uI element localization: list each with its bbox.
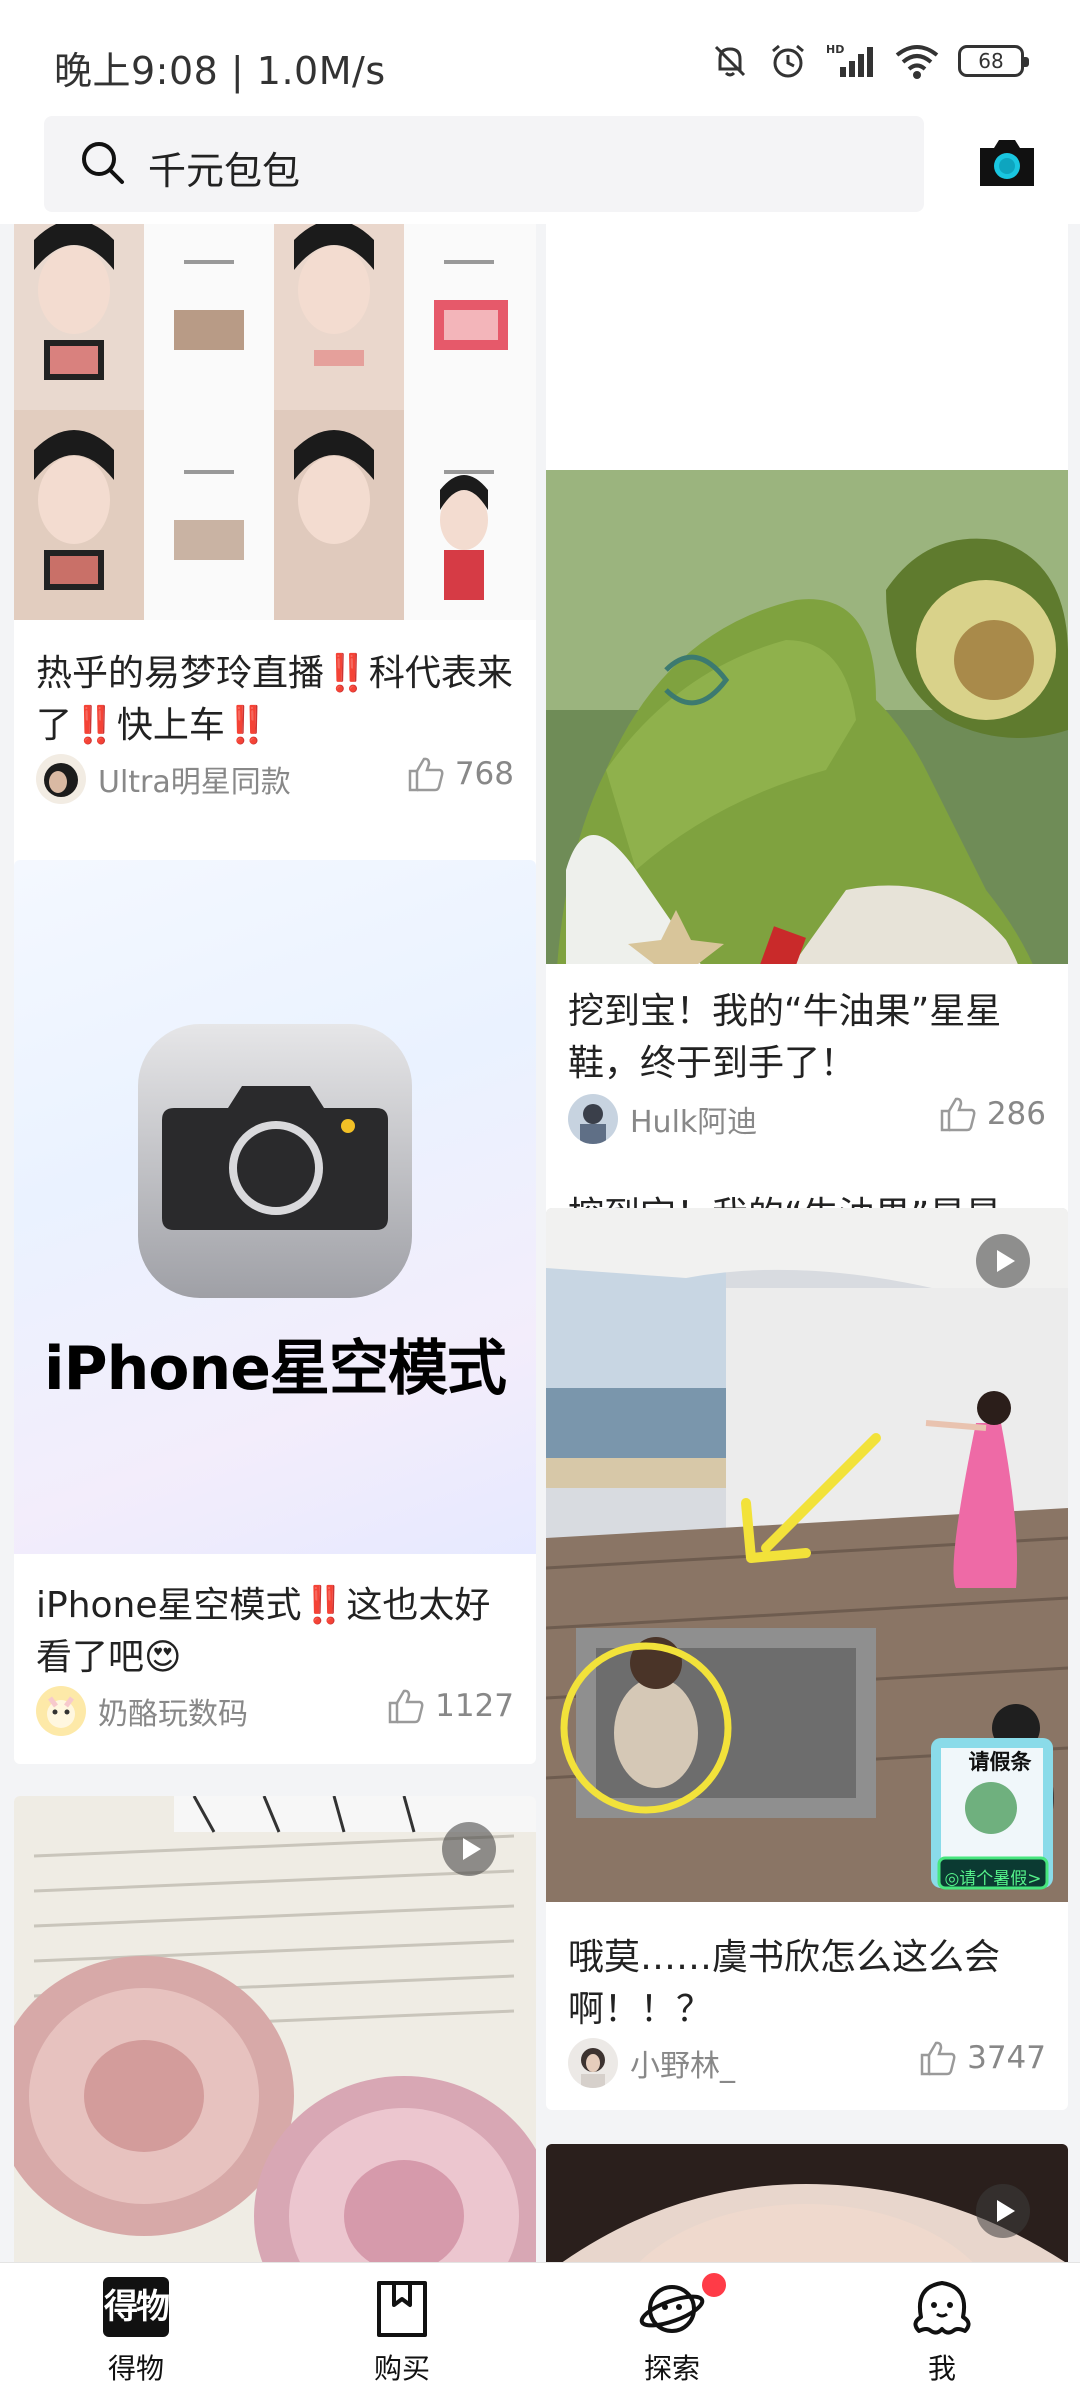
card-4-image <box>14 1796 536 2262</box>
wifi-icon <box>895 45 939 79</box>
like-count: 1127 <box>435 1688 514 1724</box>
author-name: Ultra明星同款 <box>98 765 291 800</box>
feed-card-4[interactable] <box>14 1796 536 2262</box>
feed-card-2[interactable]: iPhone星空模式 iPhone星空模式‼️这也太好看了吧😍 奶酪玩数码 11… <box>14 860 536 1764</box>
card-2-likes[interactable]: 1127 <box>387 1688 514 1724</box>
card-3-image: 请假条 ◎请个暑假> <box>546 1208 1068 1902</box>
nav-label: 探索 <box>643 2352 700 2385</box>
like-count: 3747 <box>967 2040 1046 2076</box>
card-3-title: 哦莫……虞书欣怎么这么会啊！！？ <box>568 1937 1001 2030</box>
author-name: Hulk阿迪 <box>630 1105 758 1140</box>
author-name: 奶酪玩数码 <box>98 1697 248 1732</box>
bottom-nav: 得物 得物 购买 探索 我 <box>0 2262 1080 2400</box>
avatar <box>568 1094 618 1144</box>
play-icon[interactable] <box>976 1234 1030 1288</box>
status-time: 晚上9:08 | 1.0M/s <box>54 49 386 93</box>
thumbs-up-icon <box>940 1097 976 1132</box>
notification-badge <box>700 2271 728 2299</box>
search-query: 千元包包 <box>148 149 301 193</box>
nav-label: 得物 <box>107 2352 164 2385</box>
thumbs-up-icon <box>388 1689 424 1724</box>
shopping-bag-icon <box>377 2281 427 2337</box>
card-0-image <box>14 224 536 620</box>
feed-card-5[interactable] <box>546 2144 1068 2262</box>
camera-icon[interactable] <box>976 136 1038 190</box>
avatar <box>36 754 86 804</box>
feed-card-3[interactable]: 请假条 ◎请个暑假> 哦莫……虞书欣怎么这么会啊！！？ 小野林_ 3747 <box>546 1208 1068 2110</box>
mute-icon <box>714 45 746 77</box>
card-0-likes[interactable]: 768 <box>407 756 514 792</box>
svg-text:HD: HD <box>826 43 844 56</box>
alarm-icon <box>772 44 804 78</box>
search-icon <box>82 142 124 184</box>
card-1-title-text: 挖到宝！我的“牛油果”星星鞋，终于到手了！ <box>568 991 1002 1084</box>
card-3-author[interactable]: 小野林_ <box>568 2038 735 2088</box>
like-count: 286 <box>986 1096 1046 1132</box>
makeup-collage-image <box>14 224 536 620</box>
feed-card-1-footer[interactable]: 挖到宝！我的“牛油果”星星鞋，终于到手了！ Hulk阿迪 286 <box>546 964 1068 1178</box>
status-icons: HD 68 <box>710 36 1029 86</box>
camera-app-image <box>138 1024 412 1298</box>
status-bar: 晚上9:08 | 1.0M/s HD 68 <box>0 0 1080 112</box>
avatar <box>568 2038 618 2088</box>
like-count: 768 <box>454 756 514 792</box>
feed[interactable]: 热乎的易梦玲直播‼️科代表来了‼️快上车‼️ Ultra明星同款 768 挖到宝… <box>0 224 1080 2262</box>
nav-label: 我 <box>927 2352 956 2385</box>
play-icon[interactable] <box>976 2184 1030 2238</box>
nav-item-me[interactable]: 我 <box>842 2277 1042 2397</box>
avatar <box>36 1686 86 1736</box>
signal-icon: HD <box>826 43 873 77</box>
card-3-likes[interactable]: 3747 <box>919 2040 1046 2076</box>
thumbs-up-icon <box>920 2041 956 2076</box>
nav-item-buy[interactable]: 购买 <box>302 2277 502 2397</box>
app-root: 晚上9:08 | 1.0M/s HD 68 千元包包 热乎的易梦玲直播‼️科代表… <box>0 0 1080 2400</box>
search-input[interactable]: 千元包包 <box>44 116 924 212</box>
rooftop-photo-image <box>546 1208 1068 1902</box>
ghost-profile-icon <box>913 2281 971 2335</box>
card-2-image-caption: iPhone星空模式 <box>44 1334 507 1404</box>
leave-note-badge-bottom[interactable]: ◎请个暑假> <box>934 1864 1052 1889</box>
card-1-likes[interactable]: 286 <box>939 1096 1046 1132</box>
card-0-author[interactable]: Ultra明星同款 <box>36 754 291 804</box>
planet-icon <box>639 2285 705 2333</box>
nav-label: 购买 <box>373 2352 430 2385</box>
play-icon[interactable] <box>442 1822 496 1876</box>
dewu-logo-icon: 得物 <box>103 2277 170 2337</box>
card-1-author[interactable]: Hulk阿迪 <box>568 1094 757 1144</box>
battery-level: 68 <box>978 49 1004 73</box>
search-header: 千元包包 <box>0 112 1080 224</box>
card-2-author[interactable]: 奶酪玩数码 <box>36 1686 248 1736</box>
card-2-title: iPhone星空模式‼️这也太好看了吧😍 <box>36 1585 491 1678</box>
nav-item-dewu[interactable]: 得物 得物 <box>36 2277 236 2397</box>
nav-item-explore[interactable]: 探索 <box>572 2271 772 2397</box>
battery-icon: 68 <box>958 45 1029 77</box>
author-name: 小野林_ <box>630 2049 735 2084</box>
card-0-title: 热乎的易梦玲直播‼️科代表来了‼️快上车‼️ <box>36 653 513 746</box>
card-5-image <box>546 2144 1068 2262</box>
thumbs-up-icon <box>408 757 444 792</box>
leave-note-badge-top[interactable]: 请假条 <box>940 1746 1060 1776</box>
card-2-image: iPhone星空模式 <box>14 860 536 1554</box>
